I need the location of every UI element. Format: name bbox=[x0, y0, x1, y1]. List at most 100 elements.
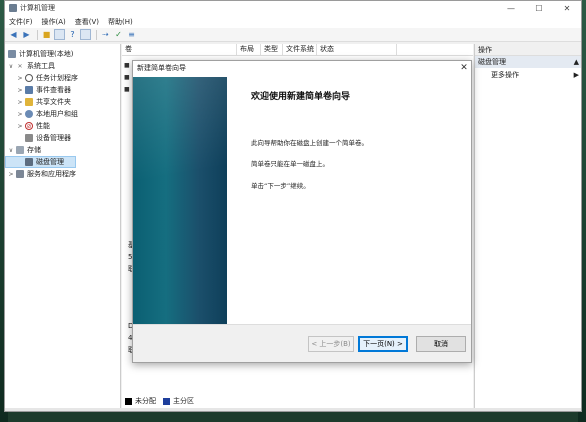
checkmark-icon[interactable]: ✓ bbox=[113, 29, 124, 40]
chevron-down-icon[interactable]: ∨ bbox=[8, 63, 14, 70]
cancel-button[interactable]: 取消 bbox=[416, 336, 466, 352]
tree-item-disk-management[interactable]: 磁盘管理 bbox=[5, 156, 76, 168]
forward-arrow-icon[interactable]: ▶ bbox=[21, 29, 32, 40]
actions-section-disk-management[interactable]: 磁盘管理 ▲ bbox=[475, 56, 581, 68]
menubar: 文件(F) 操作(A) 查看(V) 帮助(H) bbox=[5, 15, 581, 28]
volume-row-icon[interactable]: ■ bbox=[124, 86, 130, 94]
tree-item-label: 服务和应用程序 bbox=[27, 170, 76, 178]
wizard-title: 新建简单卷向导 bbox=[137, 64, 186, 72]
storage-icon bbox=[16, 146, 24, 154]
wizard-description-line-3: 单击“下一步”继续。 bbox=[251, 182, 310, 190]
properties-icon[interactable] bbox=[54, 29, 65, 40]
new-simple-volume-wizard: 新建简单卷向导 ✕ 欢迎使用新建简单卷向导 此向导帮助你在磁盘上创建一个简单卷。… bbox=[132, 60, 472, 363]
tree-item-shared-folders[interactable]: > 共享文件夹 bbox=[5, 96, 120, 108]
volume-row-icon[interactable]: ■ bbox=[124, 62, 130, 70]
tree-item-device-manager[interactable]: 设备管理器 bbox=[5, 132, 120, 144]
users-icon bbox=[25, 110, 33, 118]
chevron-right-icon[interactable]: > bbox=[17, 111, 23, 118]
wizard-heading: 欢迎使用新建简单卷向导 bbox=[251, 92, 351, 102]
chevron-right-icon[interactable]: > bbox=[17, 123, 23, 130]
tree-item-local-users[interactable]: > 本地用户和组 bbox=[5, 108, 120, 120]
column-filesystem[interactable]: 文件系统 bbox=[283, 44, 317, 55]
back-button[interactable]: < 上一步(B) bbox=[308, 336, 354, 352]
show-hide-pane-icon[interactable] bbox=[80, 29, 91, 40]
chevron-right-icon[interactable]: > bbox=[17, 87, 23, 94]
actions-section-label: 磁盘管理 bbox=[478, 58, 506, 66]
tree-item-task-scheduler[interactable]: > 任务计划程序 bbox=[5, 72, 120, 84]
volume-row-icon[interactable]: ■ bbox=[124, 74, 130, 82]
chevron-right-icon[interactable]: > bbox=[17, 75, 23, 82]
wizard-banner-image bbox=[133, 77, 227, 325]
wizard-description-line-2: 简单卷只能在单一磁盘上。 bbox=[251, 160, 329, 168]
window-titlebar: 计算机管理 — ☐ ✕ bbox=[5, 1, 581, 15]
status-bar bbox=[5, 408, 581, 411]
menu-action[interactable]: 操作(A) bbox=[42, 17, 66, 27]
toolbar-separator-2 bbox=[96, 29, 97, 40]
legend-swatch-unallocated bbox=[125, 397, 132, 405]
tree-item-label: 计算机管理(本地) bbox=[19, 50, 74, 58]
tree-item-label: 本地用户和组 bbox=[36, 110, 78, 118]
connect-icon[interactable]: ⇢ bbox=[100, 29, 111, 40]
tree-item-label: 共享文件夹 bbox=[36, 98, 71, 106]
column-type[interactable]: 类型 bbox=[261, 44, 283, 55]
menu-view[interactable]: 查看(V) bbox=[75, 17, 99, 27]
tree-item-label: 事件查看器 bbox=[36, 86, 71, 94]
tree-item-label: 磁盘管理 bbox=[36, 158, 64, 166]
more-actions-item[interactable]: 更多操作 ▶ bbox=[475, 68, 581, 82]
toolbar-separator bbox=[37, 29, 38, 40]
computer-icon bbox=[8, 50, 16, 58]
banner-gradient bbox=[133, 77, 227, 325]
tree-item-label: 性能 bbox=[36, 122, 50, 130]
legend-label-unallocated: 未分配 bbox=[135, 397, 156, 405]
tree-item-label: 系统工具 bbox=[27, 62, 55, 70]
next-button[interactable]: 下一页(N) > bbox=[358, 336, 408, 352]
disk-legend: 未分配 主分区 bbox=[125, 396, 194, 406]
window-title: 计算机管理 bbox=[20, 4, 55, 12]
actions-header: 操作 bbox=[475, 44, 581, 56]
legend-swatch-primary bbox=[163, 397, 170, 405]
wizard-close-icon[interactable]: ✕ bbox=[457, 61, 471, 75]
legend-label-primary: 主分区 bbox=[173, 397, 194, 405]
maximize-button[interactable]: ☐ bbox=[525, 1, 553, 15]
performance-icon: ⊘ bbox=[25, 122, 33, 130]
event-icon bbox=[25, 86, 33, 94]
close-button[interactable]: ✕ bbox=[553, 1, 581, 15]
list-icon[interactable]: ≡ bbox=[126, 29, 137, 40]
tree-item-event-viewer[interactable]: > 事件查看器 bbox=[5, 84, 120, 96]
disk-icon bbox=[25, 158, 33, 166]
toolbar: ◀ ▶ ■ ? ⇢ ✓ ≡ bbox=[5, 28, 581, 42]
tree-item-performance[interactable]: > ⊘ 性能 bbox=[5, 120, 120, 132]
computer-management-icon bbox=[9, 4, 17, 12]
chevron-right-icon[interactable]: > bbox=[17, 99, 23, 106]
wizard-titlebar: 新建简单卷向导 ✕ bbox=[133, 61, 471, 75]
device-icon bbox=[25, 134, 33, 142]
volume-list-header: 卷 布局 类型 文件系统 状态 bbox=[122, 44, 473, 56]
clock-icon bbox=[25, 74, 33, 82]
menu-help[interactable]: 帮助(H) bbox=[108, 17, 133, 27]
tree-item-system-tools[interactable]: ∨ ✕ 系统工具 bbox=[5, 60, 120, 72]
tree-item-computer-management[interactable]: 计算机管理(本地) bbox=[5, 48, 120, 60]
tree-item-storage[interactable]: ∨ 存储 bbox=[5, 144, 120, 156]
help-icon[interactable]: ? bbox=[67, 29, 78, 40]
chevron-down-icon[interactable]: ∨ bbox=[8, 147, 14, 154]
more-actions-label: 更多操作 bbox=[491, 71, 519, 79]
tree-item-services[interactable]: > 服务和应用程序 bbox=[5, 168, 120, 180]
tools-icon: ✕ bbox=[17, 62, 23, 70]
menu-file[interactable]: 文件(F) bbox=[9, 17, 33, 27]
wizard-description-line-1: 此向导帮助你在磁盘上创建一个简单卷。 bbox=[251, 139, 368, 147]
minimize-button[interactable]: — bbox=[497, 1, 525, 15]
tree-item-label: 设备管理器 bbox=[36, 134, 71, 142]
back-arrow-icon[interactable]: ◀ bbox=[8, 29, 19, 40]
folder-icon bbox=[25, 98, 33, 106]
tree-item-label: 任务计划程序 bbox=[36, 74, 78, 82]
folder-up-icon[interactable]: ■ bbox=[41, 29, 52, 40]
column-volume[interactable]: 卷 bbox=[122, 44, 237, 55]
column-status[interactable]: 状态 bbox=[317, 44, 397, 55]
column-layout[interactable]: 布局 bbox=[237, 44, 261, 55]
actions-pane: 操作 磁盘管理 ▲ 更多操作 ▶ bbox=[474, 44, 581, 410]
navigation-tree: 计算机管理(本地) ∨ ✕ 系统工具 > 任务计划程序 > 事件查看器 > 共享… bbox=[5, 44, 121, 410]
chevron-right-icon[interactable]: > bbox=[8, 171, 14, 178]
collapse-arrow-icon[interactable]: ▲ bbox=[574, 56, 579, 68]
tree-item-label: 存储 bbox=[27, 146, 41, 154]
services-icon bbox=[16, 170, 24, 178]
